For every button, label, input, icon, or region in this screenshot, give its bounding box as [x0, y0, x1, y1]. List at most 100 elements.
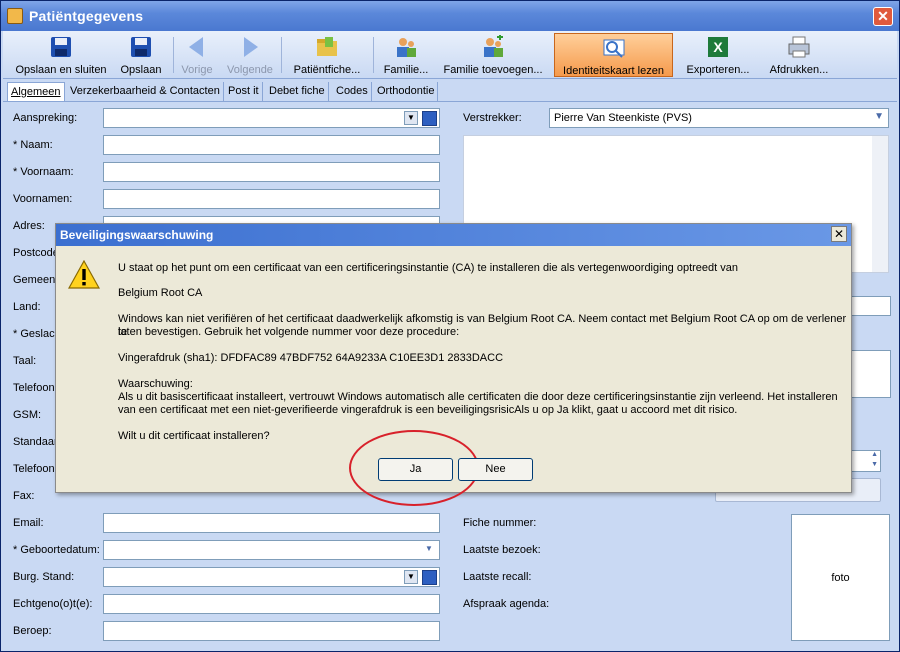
- label-beroep: Beroep:: [13, 625, 52, 637]
- patient-file-button[interactable]: Patiëntfiche...: [287, 33, 367, 77]
- label-email: Email:: [13, 517, 44, 529]
- verstrekker-value: Pierre Van Steenkiste (PVS): [554, 112, 692, 124]
- label-burg-stand: Burg. Stand:: [13, 571, 75, 583]
- label-voornamen: Voornamen:: [13, 193, 73, 205]
- toolbar-label: Vorige: [181, 64, 213, 76]
- floppy-icon[interactable]: [422, 111, 437, 126]
- tab-orthodontie[interactable]: Orthodontie: [374, 82, 439, 101]
- dialog-warning-line-1: Als u dit basiscertificaat installeert, …: [118, 391, 838, 403]
- label-voornaam: * Voornaam:: [13, 166, 74, 178]
- dialog-verify-line-2: laten bevestigen. Gebruik het volgende n…: [118, 326, 460, 338]
- beroep-input[interactable]: [103, 621, 440, 641]
- read-id-card-button[interactable]: Identiteitskaart lezen: [554, 33, 673, 77]
- label-gemeente: Gemeent: [13, 274, 59, 286]
- scrollbar[interactable]: [872, 136, 888, 272]
- folder-icon: [317, 37, 337, 56]
- printer-icon: [788, 36, 810, 58]
- yes-button[interactable]: Ja: [378, 458, 453, 481]
- label-aanspreking: Aanspreking:: [13, 112, 78, 124]
- arrow-right-icon: [244, 37, 258, 57]
- security-warning-dialog: Beveiligingswaarschuwing ✕ U staat op he…: [55, 223, 852, 506]
- save-and-close-button[interactable]: Opslaan en sluiten: [11, 33, 111, 77]
- spin-field[interactable]: ▲ ▼: [851, 450, 881, 472]
- arrow-left-icon: [189, 37, 203, 57]
- aanspreking-combo[interactable]: ▼: [103, 108, 440, 128]
- dialog-warning-line-2: van een certificaat met een niet-geverif…: [118, 404, 738, 416]
- export-button[interactable]: X Exporteren...: [681, 33, 755, 77]
- id-card-icon: [603, 39, 624, 58]
- dialog-title: Beveiligingswaarschuwing: [60, 228, 214, 242]
- chevron-down-icon[interactable]: ▼: [874, 111, 884, 122]
- label-naam: * Naam:: [13, 139, 53, 151]
- label-postcode: Postcode: [13, 247, 59, 259]
- add-family-button[interactable]: Familie toevoegen...: [439, 33, 547, 77]
- label-fiche-nummer: Fiche nummer:: [463, 517, 537, 529]
- dialog-intro: U staat op het punt om een certificaat v…: [118, 262, 739, 274]
- title-bar[interactable]: Patiëntgegevens ✕: [1, 1, 899, 31]
- toolbar-label: Afdrukken...: [769, 64, 829, 76]
- app-icon: [7, 8, 23, 24]
- tab-verzekerbaarheid[interactable]: Verzekerbaarheid & Contacten: [67, 82, 224, 101]
- toolbar-label: Patiëntfiche...: [293, 64, 361, 76]
- voornaam-input[interactable]: [103, 162, 440, 182]
- toolbar-label: Familie...: [383, 64, 429, 76]
- window-title: Patiëntgegevens: [29, 8, 144, 24]
- dialog-question: Wilt u dit certificaat installeren?: [118, 430, 270, 442]
- label-adres: Adres:: [13, 220, 45, 232]
- label-telefoon-2: Telefoon: [13, 463, 55, 475]
- label-geslacht: * Geslach: [13, 328, 61, 340]
- label-afspraak-agenda: Afspraak agenda:: [463, 598, 550, 610]
- label-fax: Fax:: [13, 490, 35, 502]
- toolbar-label: Familie toevoegen...: [443, 64, 543, 76]
- previous-button[interactable]: Vorige: [175, 33, 219, 77]
- chevron-down-icon[interactable]: ▼: [404, 111, 418, 125]
- label-land: Land:: [13, 301, 41, 313]
- chevron-down-icon[interactable]: ▼: [871, 461, 878, 468]
- dialog-thumbprint: Vingerafdruk (sha1): DFDFAC89 47BDF752 6…: [118, 352, 504, 364]
- save-button[interactable]: Opslaan: [115, 33, 167, 77]
- next-button[interactable]: Volgende: [225, 33, 275, 77]
- label-telefoon: Telefoon: [13, 382, 55, 394]
- echtgenoot-input[interactable]: [103, 594, 440, 614]
- photo-box[interactable]: foto: [791, 514, 890, 641]
- label-taal: Taal:: [13, 355, 37, 367]
- patient-window: Patiëntgegevens ✕ Opslaan en sluiten Ops…: [0, 0, 900, 652]
- no-button[interactable]: Nee: [458, 458, 533, 481]
- label-gsm: GSM:: [13, 409, 42, 421]
- chevron-down-icon[interactable]: ▼: [404, 570, 418, 584]
- dialog-close-button[interactable]: ✕: [831, 226, 847, 242]
- toolbar-label: Exporteren...: [686, 64, 750, 76]
- side-field[interactable]: [851, 296, 891, 316]
- print-button[interactable]: Afdrukken...: [763, 33, 835, 77]
- family-button[interactable]: Familie...: [379, 33, 433, 77]
- toolbar: Opslaan en sluiten Opslaan Vorige Volgen…: [3, 31, 897, 79]
- toolbar-label: Identiteitskaart lezen: [563, 65, 664, 77]
- voornamen-input[interactable]: [103, 189, 440, 209]
- floppy-icon: [51, 37, 71, 57]
- naam-input[interactable]: [103, 135, 440, 155]
- warning-icon: [68, 260, 100, 289]
- chevron-down-icon[interactable]: ▼: [422, 543, 436, 557]
- toolbar-label: Opslaan en sluiten: [15, 64, 107, 76]
- side-box[interactable]: [851, 350, 891, 398]
- tab-post-it[interactable]: Post it: [225, 82, 263, 101]
- email-input[interactable]: [103, 513, 440, 533]
- add-family-icon: [484, 35, 503, 57]
- label-verstrekker: Verstrekker:: [463, 112, 522, 124]
- window-close-button[interactable]: ✕: [873, 7, 893, 26]
- tab-algemeen[interactable]: Algemeen: [7, 82, 65, 101]
- dialog-title-bar[interactable]: Beveiligingswaarschuwing ✕: [56, 224, 851, 246]
- family-icon: [397, 38, 416, 57]
- tab-codes[interactable]: Codes: [333, 82, 372, 101]
- verstrekker-combo[interactable]: Pierre Van Steenkiste (PVS) ▼: [549, 108, 889, 128]
- excel-icon: X: [708, 37, 728, 57]
- toolbar-label: Volgende: [227, 64, 273, 76]
- floppy-icon[interactable]: [422, 570, 437, 585]
- geboortedatum-combo[interactable]: ▼: [103, 540, 440, 560]
- dialog-warning-heading: Waarschuwing:: [118, 378, 193, 390]
- burg-stand-combo[interactable]: ▼: [103, 567, 440, 587]
- chevron-up-icon[interactable]: ▲: [871, 451, 878, 458]
- toolbar-separator: [281, 37, 282, 73]
- tab-debet-fiche[interactable]: Debet fiche: [266, 82, 329, 101]
- label-echtgenoot: Echtgeno(o)t(e):: [13, 598, 93, 610]
